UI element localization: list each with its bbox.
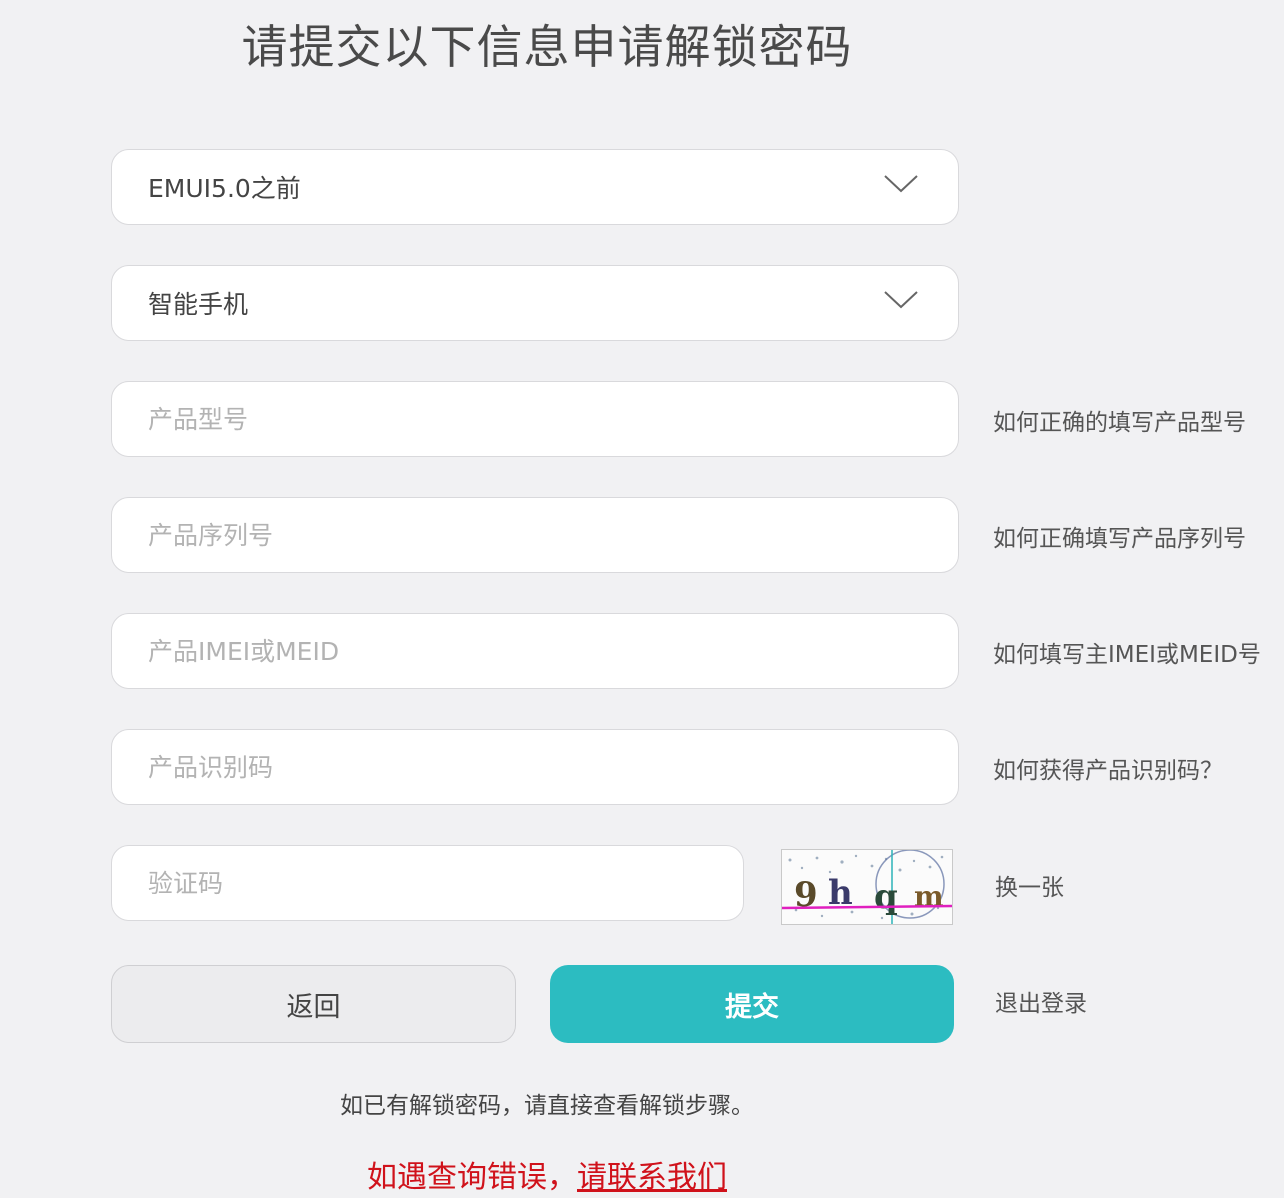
- model-help-link[interactable]: 如何正确的填写产品型号: [993, 408, 1246, 438]
- model-field: [111, 381, 959, 457]
- logout-link[interactable]: 退出登录: [995, 989, 1087, 1019]
- svg-text:m: m: [914, 880, 944, 913]
- emui-version-value: EMUI5.0之前: [148, 174, 301, 203]
- contact-line: 如遇查询错误，请联系我们: [0, 1152, 1094, 1196]
- device-type-value: 智能手机: [148, 290, 249, 319]
- emui-version-select[interactable]: EMUI5.0之前: [111, 149, 959, 225]
- captcha-refresh-link[interactable]: 换一张: [995, 873, 1064, 903]
- chevron-down-icon: [884, 175, 918, 193]
- contact-prefix: 如遇查询错误，: [367, 1160, 577, 1195]
- captcha-field: [111, 845, 744, 921]
- back-button[interactable]: 返回: [111, 965, 516, 1043]
- product-id-help-link[interactable]: 如何获得产品识别码？: [993, 756, 1223, 786]
- product-id-input[interactable]: [148, 752, 958, 782]
- contact-us-link[interactable]: 请联系我们: [577, 1160, 727, 1195]
- svg-text:q: q: [874, 877, 898, 917]
- device-type-select[interactable]: 智能手机: [111, 265, 959, 341]
- submit-button[interactable]: 提交: [550, 965, 954, 1043]
- imei-field: [111, 613, 959, 689]
- imei-input[interactable]: [148, 636, 958, 666]
- captcha-noise-graphic: 9 h q m: [782, 850, 952, 924]
- unlock-note: 如已有解锁密码，请直接查看解锁步骤。: [340, 1093, 754, 1119]
- captcha-input[interactable]: [148, 868, 743, 898]
- page-title: 请提交以下信息申请解锁密码: [241, 20, 853, 74]
- serial-input[interactable]: [148, 520, 958, 550]
- captcha-image[interactable]: 9 h q m: [781, 849, 953, 925]
- imei-help-link[interactable]: 如何填写主IMEI或MEID号: [993, 640, 1261, 670]
- chevron-down-icon: [884, 291, 918, 309]
- unlock-request-page: 请提交以下信息申请解锁密码 EMUI5.0之前 智能手机 如何正确的填写产品型号…: [0, 0, 1284, 1198]
- serial-help-link[interactable]: 如何正确填写产品序列号: [993, 524, 1246, 554]
- serial-field: [111, 497, 959, 573]
- model-input[interactable]: [148, 404, 958, 434]
- product-id-field: [111, 729, 959, 805]
